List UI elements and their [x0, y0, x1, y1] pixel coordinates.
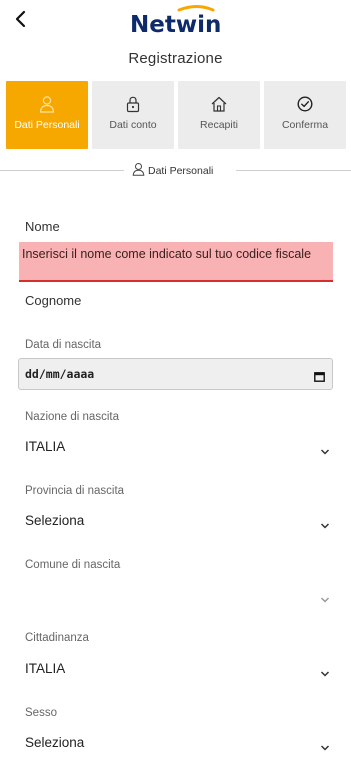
step-label: Dati conto — [109, 119, 157, 131]
step-label: Recapiti — [200, 119, 238, 131]
birth-date-input[interactable]: dd/mm/aaaa — [18, 358, 333, 390]
cognome-label: Cognome — [25, 293, 82, 308]
provincia-nascita-label: Provincia di nascita — [25, 485, 125, 497]
page-title: Registrazione — [128, 50, 223, 67]
back-arrow-icon[interactable] — [10, 8, 32, 30]
step-conferma[interactable]: Conferma — [264, 81, 346, 149]
select-value: Seleziona — [25, 513, 85, 528]
nazione-nascita-select[interactable]: ITALIA — [25, 436, 333, 460]
step-label: Dati Personali — [14, 119, 80, 131]
home-icon — [178, 95, 260, 115]
chevron-down-icon — [320, 517, 330, 529]
svg-text:Netwin: Netwin — [130, 12, 221, 36]
step-dati-personali[interactable]: Dati Personali — [6, 81, 88, 149]
cittadinanza-select[interactable]: ITALIA — [25, 658, 333, 682]
comune-nascita-select[interactable] — [25, 584, 333, 608]
lock-icon — [92, 95, 174, 115]
cittadinanza-label: Cittadinanza — [25, 632, 89, 644]
step-label: Conferma — [281, 119, 329, 131]
nazione-nascita-label: Nazione di nascita — [25, 411, 119, 423]
sesso-select[interactable]: Seleziona — [25, 732, 333, 756]
select-value: Seleziona — [25, 735, 85, 750]
date-placeholder: dd/mm/aaaa — [25, 367, 95, 381]
step-recapiti[interactable]: Recapiti — [178, 81, 260, 149]
netwin-logo: Netwin — [127, 4, 227, 38]
select-value: ITALIA — [25, 661, 66, 676]
section-header: Dati Personali — [0, 162, 351, 180]
data-nascita-label: Data di nascita — [25, 339, 102, 351]
chevron-down-icon — [320, 591, 330, 603]
top-bar: Netwin — [0, 0, 351, 42]
provincia-nascita-select[interactable]: Seleziona — [25, 510, 333, 534]
chevron-down-icon — [320, 665, 330, 677]
comune-nascita-label: Comune di nascita — [25, 559, 121, 571]
calendar-icon[interactable] — [314, 369, 325, 382]
chevron-down-icon — [320, 443, 330, 455]
nome-error-message: Inserisci il nome come indicato sul tuo … — [19, 242, 333, 282]
user-icon — [132, 162, 145, 181]
nome-label: Nome — [25, 219, 60, 234]
chevron-down-icon — [320, 739, 330, 751]
divider-line — [236, 170, 351, 171]
select-value: ITALIA — [25, 439, 66, 454]
step-dati-conto[interactable]: Dati conto — [92, 81, 174, 149]
check-circle-icon — [264, 95, 346, 115]
step-tabs: Dati Personali Dati conto Recapiti Confe… — [6, 81, 346, 149]
user-icon — [6, 95, 88, 115]
divider-line — [0, 170, 124, 171]
section-title: Dati Personali — [148, 165, 214, 177]
sesso-label: Sesso — [25, 707, 57, 719]
